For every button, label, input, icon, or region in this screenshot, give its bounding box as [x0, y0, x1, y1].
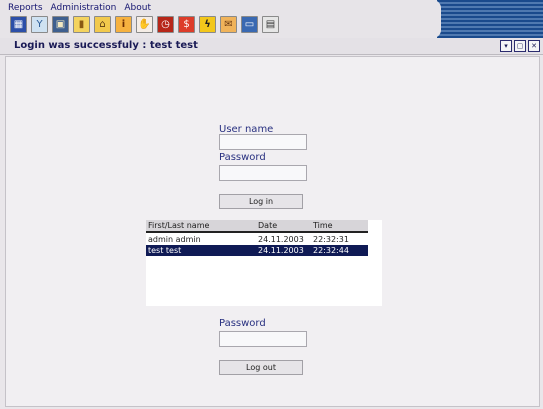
- username-input[interactable]: [219, 134, 307, 150]
- presentation-icon[interactable]: ▣: [52, 16, 69, 33]
- document-icon[interactable]: ▤: [262, 16, 279, 33]
- row-name: admin admin: [148, 235, 201, 244]
- handshake-icon[interactable]: ✉: [220, 16, 237, 33]
- maximize-icon[interactable]: ▢: [514, 40, 526, 52]
- window-title: Login was successfuly : test test: [14, 40, 198, 51]
- chart-icon[interactable]: ▦: [10, 16, 27, 33]
- logout-password-input[interactable]: [219, 331, 307, 347]
- menu-bar: Reports Administration About: [8, 3, 151, 15]
- brand-stripes: [433, 0, 543, 38]
- window-controls: ▾ ▢ ✕: [500, 40, 540, 52]
- cocktail-icon[interactable]: Y: [31, 16, 48, 33]
- app-bar: Reports Administration About ▦ Y ▣ ▮ ⌂ i…: [0, 0, 543, 39]
- session-list[interactable]: First/Last name Date Time admin admin 24…: [146, 220, 382, 306]
- close-icon[interactable]: ✕: [528, 40, 540, 52]
- menu-reports[interactable]: Reports: [8, 3, 43, 15]
- header-time[interactable]: Time: [313, 221, 333, 230]
- header-date[interactable]: Date: [258, 221, 277, 230]
- minimize-icon[interactable]: ▾: [500, 40, 512, 52]
- logout-button[interactable]: Log out: [219, 360, 303, 375]
- row-time: 22:32:44: [313, 246, 349, 255]
- toolbar: ▦ Y ▣ ▮ ⌂ i ✋ ◷ $ ϟ ✉ ▭ ▤: [10, 16, 279, 36]
- logout-password-label: Password: [219, 318, 266, 329]
- window-title-bar: Login was successfuly : test test ▾ ▢ ✕: [0, 38, 543, 55]
- list-header: First/Last name Date Time: [146, 220, 368, 233]
- money-icon[interactable]: $: [178, 16, 195, 33]
- row-date: 24.11.2003: [258, 235, 304, 244]
- display-icon[interactable]: ▭: [241, 16, 258, 33]
- list-item[interactable]: admin admin 24.11.2003 22:32:31: [146, 234, 368, 245]
- lightning-icon[interactable]: ϟ: [199, 16, 216, 33]
- info-icon[interactable]: i: [115, 16, 132, 33]
- menu-administration[interactable]: Administration: [51, 3, 117, 15]
- hand-icon[interactable]: ✋: [136, 16, 153, 33]
- password-label: Password: [219, 152, 266, 163]
- password-input[interactable]: [219, 165, 307, 181]
- clock-icon[interactable]: ◷: [157, 16, 174, 33]
- menu-about[interactable]: About: [124, 3, 151, 15]
- row-time: 22:32:31: [313, 235, 349, 244]
- header-name[interactable]: First/Last name: [148, 221, 209, 230]
- row-name: test test: [148, 246, 182, 255]
- list-item-selected[interactable]: test test 24.11.2003 22:32:44: [146, 245, 368, 256]
- dispenser-icon[interactable]: ▮: [73, 16, 90, 33]
- lock-icon[interactable]: ⌂: [94, 16, 111, 33]
- row-date: 24.11.2003: [258, 246, 304, 255]
- login-button[interactable]: Log in: [219, 194, 303, 209]
